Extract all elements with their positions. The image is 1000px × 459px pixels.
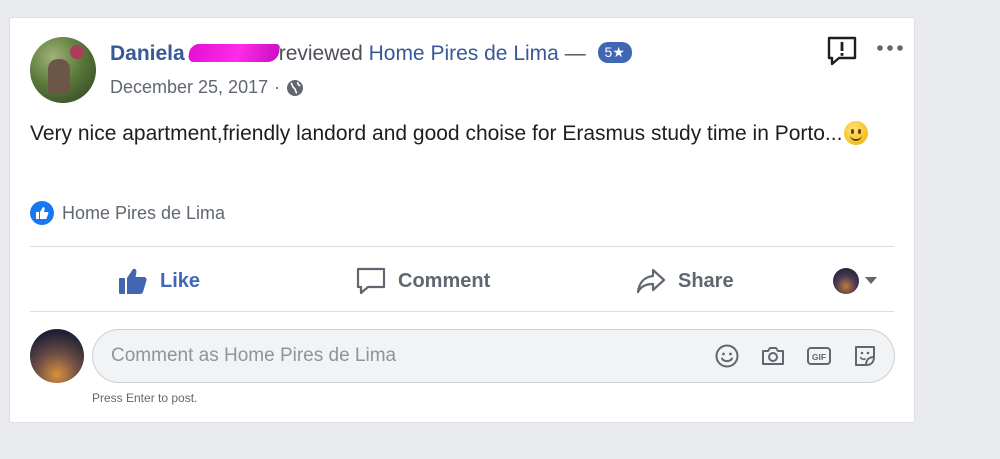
share-button[interactable]: Share bbox=[636, 267, 734, 295]
share-label: Share bbox=[678, 269, 734, 292]
reactor-names: Home Pires de Lima bbox=[62, 202, 226, 223]
share-icon bbox=[636, 268, 666, 294]
comment-label: Comment bbox=[398, 269, 491, 292]
more-options-icon[interactable] bbox=[876, 40, 904, 56]
sticker-icon[interactable] bbox=[852, 343, 878, 369]
smile-emoji-icon bbox=[844, 121, 869, 145]
camera-icon[interactable] bbox=[760, 343, 786, 369]
meta-separator: · bbox=[274, 77, 281, 97]
report-icon[interactable] bbox=[826, 35, 858, 67]
globe-icon[interactable] bbox=[286, 79, 304, 97]
header-dash: — bbox=[564, 42, 586, 65]
post-meta: December 25, 2017 · bbox=[110, 77, 304, 98]
gif-icon[interactable]: GIF bbox=[806, 343, 832, 369]
commenter-avatar[interactable] bbox=[30, 329, 84, 383]
like-button[interactable]: Like bbox=[118, 267, 200, 295]
divider-top bbox=[30, 246, 894, 247]
review-post-card: Daniela reviewed Home Pires de Lima — 5★ … bbox=[9, 17, 915, 423]
author-avatar[interactable] bbox=[30, 37, 96, 103]
post-text: Very nice apartment,friendly landord and… bbox=[30, 122, 843, 145]
comment-icon bbox=[356, 267, 386, 295]
post-date[interactable]: December 25, 2017 bbox=[110, 77, 268, 98]
like-label: Like bbox=[160, 269, 201, 292]
post-header: Daniela reviewed Home Pires de Lima — 5★ bbox=[110, 42, 632, 66]
emoji-icon[interactable] bbox=[714, 343, 740, 369]
caret-down-icon bbox=[865, 277, 877, 284]
rating-badge: 5★ bbox=[597, 42, 632, 63]
comment-composer[interactable]: GIF bbox=[92, 329, 895, 383]
action-text: reviewed bbox=[278, 42, 363, 65]
like-icon bbox=[119, 268, 147, 294]
divider-bottom bbox=[30, 311, 894, 312]
audience-selector[interactable] bbox=[833, 268, 877, 294]
press-enter-hint: Press Enter to post. bbox=[92, 391, 198, 405]
reactions-summary[interactable]: Home Pires de Lima bbox=[30, 201, 225, 225]
page-avatar-small bbox=[833, 268, 859, 294]
action-bar: Like Comment Share bbox=[30, 252, 896, 310]
svg-text:GIF: GIF bbox=[812, 352, 826, 362]
thumbs-up-icon bbox=[30, 201, 54, 225]
composer-tools: GIF bbox=[714, 343, 878, 369]
redaction-scribble bbox=[187, 44, 280, 62]
comment-input[interactable] bbox=[111, 330, 671, 382]
page-name-link[interactable]: Home Pires de Lima bbox=[369, 42, 559, 65]
author-name[interactable]: Daniela bbox=[110, 42, 185, 65]
post-body: Very nice apartment,friendly landord and… bbox=[30, 118, 870, 150]
comment-button[interactable]: Comment bbox=[356, 267, 490, 295]
